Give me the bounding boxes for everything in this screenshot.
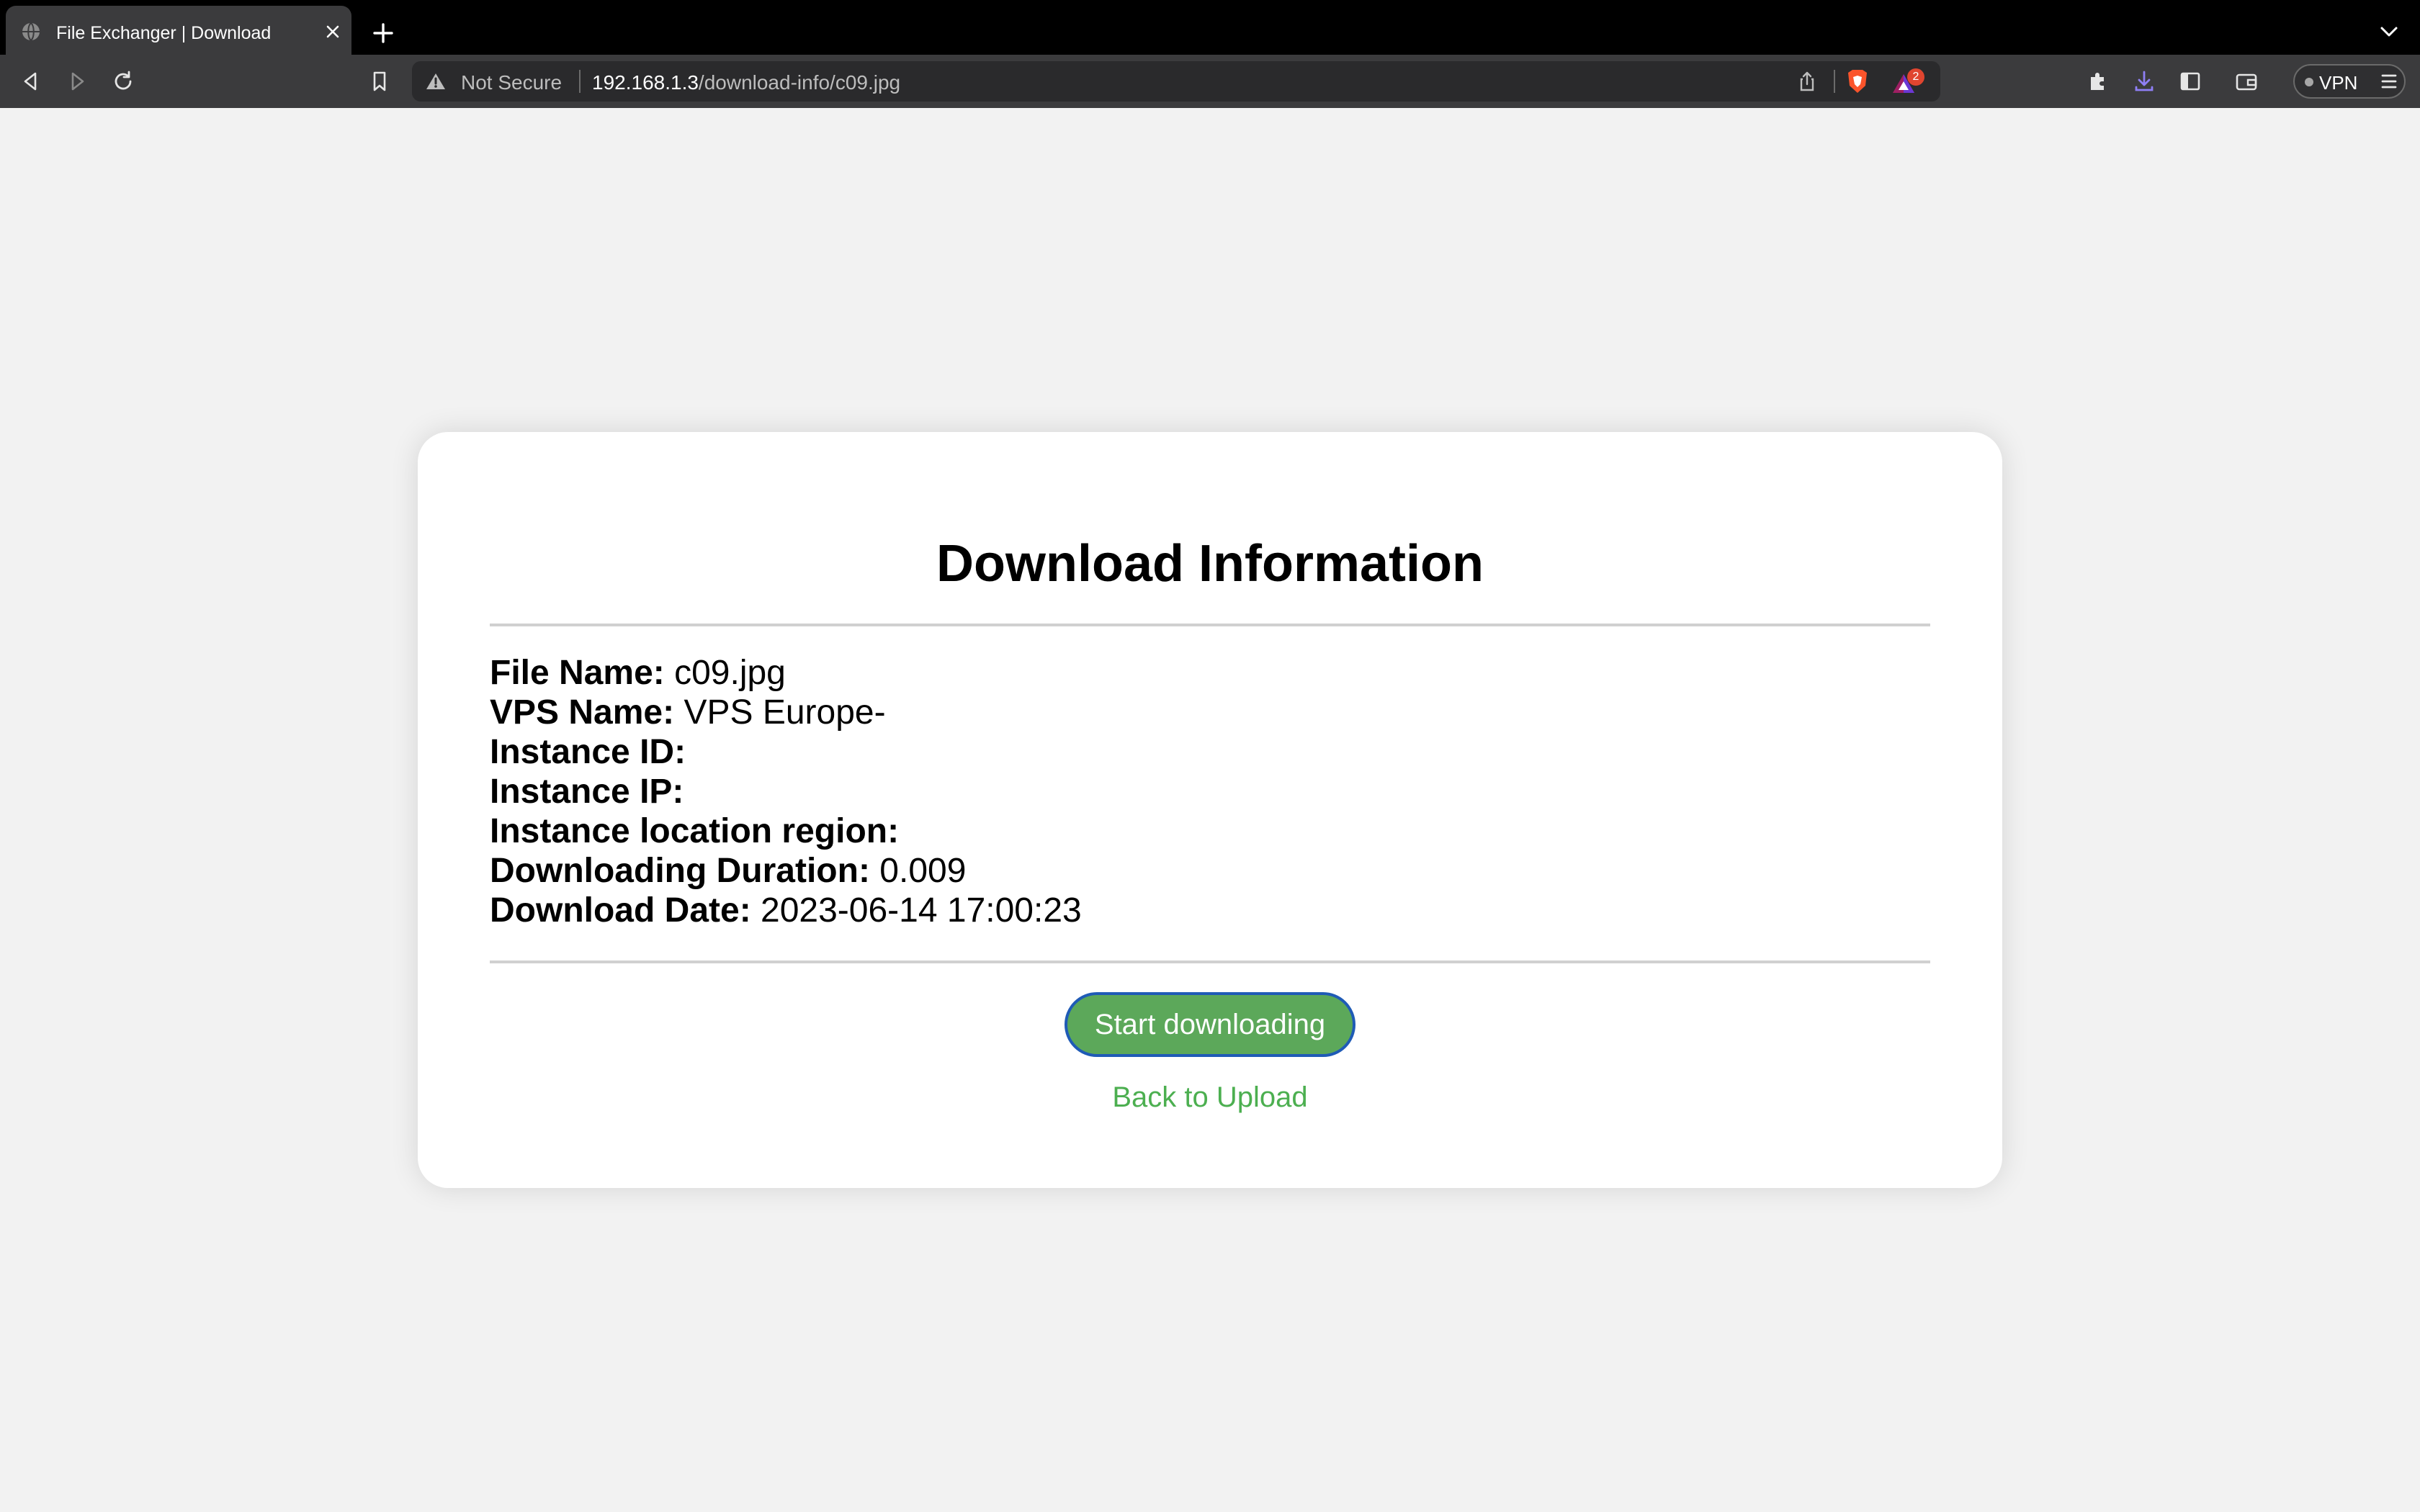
- back-to-upload-link[interactable]: Back to Upload: [418, 1081, 2002, 1114]
- instance-id-row: Instance ID:: [490, 732, 1930, 772]
- brave-rewards-button[interactable]: 2: [1891, 68, 1927, 96]
- instance-region-row: Instance location region:: [490, 811, 1930, 851]
- reload-icon[interactable]: [109, 68, 137, 95]
- browser-tab[interactable]: File Exchanger | Download: [6, 6, 351, 55]
- download-info-list: File Name: c09.jpg VPS Name: VPS Europe-…: [490, 653, 1930, 930]
- wallet-icon[interactable]: [2233, 68, 2260, 95]
- download-date-row: Download Date: 2023-06-14 17:00:23: [490, 891, 1930, 930]
- info-value: 0.009: [879, 852, 967, 890]
- start-downloading-button[interactable]: Start downloading: [1065, 992, 1355, 1057]
- bottom-divider: [490, 960, 1930, 963]
- instance-ip-row: Instance IP:: [490, 772, 1930, 811]
- url-path: /download-info/c09.jpg: [698, 71, 901, 94]
- tab-title: File Exchanger | Download: [56, 23, 272, 43]
- page-title: Download Information: [936, 535, 1484, 593]
- url-text[interactable]: 192.168.1.3/download-info/c09.jpg: [592, 71, 900, 94]
- browser-toolbar: Not Secure 192.168.1.3/download-info/c09…: [0, 55, 2420, 108]
- info-value: VPS Europe-: [684, 693, 886, 732]
- forward-icon[interactable]: [63, 68, 91, 95]
- new-tab-icon[interactable]: [370, 20, 396, 46]
- download-info-card: Download Information File Name: c09.jpg …: [418, 432, 2002, 1188]
- info-label: Download Date:: [490, 891, 751, 930]
- address-separator-2: [1834, 70, 1835, 93]
- info-value: 2023-06-14 17:00:23: [761, 891, 1082, 930]
- address-bar[interactable]: Not Secure 192.168.1.3/download-info/c09…: [412, 61, 1940, 102]
- share-icon[interactable]: [1796, 71, 1818, 92]
- back-icon[interactable]: [17, 68, 45, 95]
- info-label: Instance IP:: [490, 773, 684, 811]
- info-label: VPS Name:: [490, 693, 675, 732]
- globe-icon: [22, 22, 40, 41]
- info-label: Instance location region:: [490, 812, 900, 850]
- chevron-down-icon[interactable]: [2377, 22, 2401, 42]
- rewards-badge: 2: [1907, 68, 1924, 86]
- close-tab-icon[interactable]: [323, 22, 343, 42]
- sidebar-icon[interactable]: [2177, 68, 2204, 95]
- address-separator: [579, 70, 581, 93]
- info-label: Downloading Duration:: [490, 852, 870, 890]
- warning-icon[interactable]: [425, 71, 447, 91]
- brave-shields-icon[interactable]: [1845, 68, 1870, 94]
- download-icon[interactable]: [2130, 68, 2158, 95]
- bookmark-icon[interactable]: [366, 68, 393, 95]
- vpn-status-dot: [2305, 78, 2313, 86]
- tab-strip: File Exchanger | Download: [0, 0, 2420, 55]
- top-divider: [490, 624, 1930, 626]
- info-label: File Name:: [490, 654, 665, 692]
- download-duration-row: Downloading Duration: 0.009: [490, 851, 1930, 891]
- info-label: Instance ID:: [490, 733, 686, 771]
- security-label[interactable]: Not Secure: [461, 71, 562, 94]
- menu-icon[interactable]: [2375, 68, 2403, 95]
- info-value: c09.jpg: [674, 654, 786, 692]
- url-host: 192.168.1.3: [592, 71, 699, 94]
- vpn-label: VPN: [2319, 72, 2358, 94]
- extensions-icon[interactable]: [2084, 68, 2112, 95]
- file-name-row: File Name: c09.jpg: [490, 653, 1930, 693]
- vps-name-row: VPS Name: VPS Europe-: [490, 693, 1930, 732]
